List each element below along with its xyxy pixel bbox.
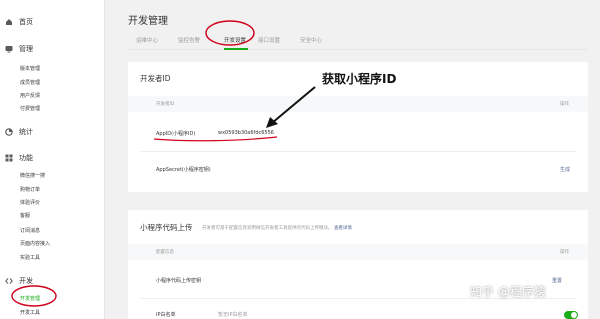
watermark: 知乎 @程序猿 xyxy=(470,285,546,299)
tab-highlight-circle xyxy=(205,20,255,46)
arrow-line xyxy=(271,86,316,124)
annotation-overlay xyxy=(11,20,316,307)
dev-manage-highlight-circle xyxy=(11,285,57,307)
appid-underline xyxy=(153,136,278,142)
